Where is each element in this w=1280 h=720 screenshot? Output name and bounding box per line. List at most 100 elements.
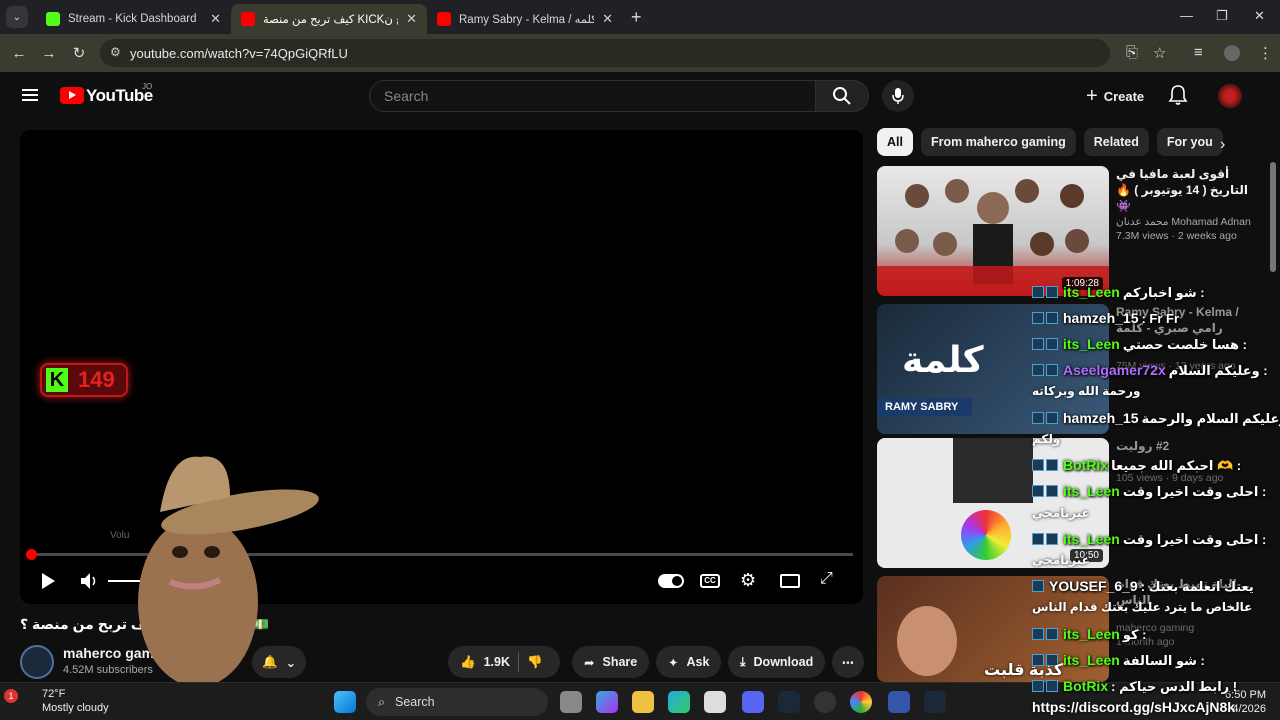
voice-search-button[interactable] [882,80,914,112]
badge-icon [1046,364,1058,376]
tab-search-chevron-icon[interactable]: ⌄ [6,6,28,28]
badge-icon [1046,312,1058,324]
chrome-icon[interactable] [850,691,872,713]
channel-avatar[interactable] [20,645,54,679]
media-controls-icon[interactable]: ≡ [1194,44,1203,61]
chat-message: its_Leen احلى وقت اخيرا وقت : [1032,483,1266,500]
chip-related[interactable]: Related [1083,128,1149,156]
steam-icon[interactable] [778,691,800,713]
volume-icon[interactable] [80,572,100,590]
weather-alert-badge: 1 [4,689,18,703]
plus-icon: + [1086,84,1098,107]
reload-icon[interactable]: ↻ [64,44,94,62]
recommended-title: أقوى لعبة مافيا في التاريخ ( 14 يوتيوبر … [1116,167,1248,213]
youtube-favicon-icon [241,12,255,26]
like-button[interactable]: 👍 1.9K 👎 [448,646,560,678]
recommended-info[interactable]: أقوى لعبة مافيا في التاريخ ( 14 يوتيوبر … [1116,166,1266,242]
tab-kick-tutorial[interactable]: كيف تربح من منصة KICK؟ شرح ن ✕ [231,4,427,34]
file-explorer-icon[interactable] [632,691,654,713]
menu-dots-icon[interactable]: ⋮ [1258,44,1273,62]
chat-username: its_Leen [1063,284,1120,300]
chat-username: BotRix [1063,457,1109,473]
filter-chips: All From maherco gaming Related For you [877,128,1223,156]
create-button[interactable]: + Create [1076,80,1154,112]
badge-icon [1032,680,1044,692]
app-icon[interactable] [888,691,910,713]
taskbar-search[interactable]: ⌕ Search [366,688,548,716]
search-button[interactable] [815,80,869,112]
steam-icon[interactable] [924,691,946,713]
chat-message: BotRix احبكم الله جميعا 🫶 : [1032,457,1241,474]
chat-text: احبكم الله جميعا 🫶 : [1111,458,1242,473]
chat-text-continued: عبرنامجي [1032,506,1090,520]
thumbnail-image [953,438,1033,503]
recommended-meta: 7.3M views · 2 weeks ago [1116,230,1237,242]
chip-from-channel[interactable]: From maherco gaming [920,128,1076,156]
tab-kick-dashboard[interactable]: Stream - Kick Dashboard ✕ [36,4,231,34]
download-button[interactable]: ⤓ Download [728,646,826,678]
discord-icon[interactable] [742,691,764,713]
chat-text: كو : [1122,627,1147,642]
obs-icon[interactable] [814,691,836,713]
ask-button[interactable]: ✦ Ask [656,646,722,678]
share-icon: ➦ [584,655,595,670]
chip-all[interactable]: All [877,128,913,156]
badge-icon [1032,485,1044,497]
play-icon[interactable] [40,572,56,590]
country-code: JO [142,82,153,91]
page-scrollbar[interactable] [1270,162,1276,272]
forward-icon[interactable]: → [34,45,64,62]
search-input[interactable]: Search [369,80,816,112]
close-tab-icon[interactable]: ✕ [406,11,417,27]
windows-start-icon[interactable] [334,691,356,713]
thumbs-down-icon[interactable]: 👎 [527,655,543,670]
chat-text-continued: عبرنامجي [1032,553,1090,567]
site-info-icon[interactable]: ⚙ [110,45,121,59]
bookmark-star-icon[interactable]: ☆ [1153,44,1166,62]
chevron-right-icon[interactable]: › [1220,136,1225,154]
badge-icon [1032,286,1044,298]
close-tab-icon[interactable]: ✕ [602,11,613,27]
microphone-icon [892,88,904,104]
progress-scrubber[interactable] [26,549,37,560]
chat-message: BotRix: رابط الدس حياكم ! [1032,678,1237,695]
notifications-bell-icon[interactable] [1168,84,1188,106]
url-bar[interactable]: ⚙ youtube.com/watch?v=74QpGiQRfLU [100,39,1110,67]
badge-icon [1046,338,1058,350]
chat-text: : يعتك اتعلمة بعتك [1140,579,1254,594]
install-app-icon[interactable]: ⎘ [1126,44,1138,61]
badge-icon [1046,628,1058,640]
minimize-icon[interactable]: — [1180,8,1193,23]
weather-widget[interactable]: 72°F Mostly cloudy [20,687,109,715]
fullscreen-icon[interactable]: ⤢ [820,570,833,588]
youtube-logo-icon[interactable] [60,87,84,104]
copilot-icon[interactable] [596,691,618,713]
recommended-thumbnail[interactable]: 1:09:28 [877,166,1109,296]
more-actions-button[interactable]: ⋯ [832,646,864,678]
store-icon[interactable] [704,691,726,713]
autoplay-toggle[interactable] [658,574,684,588]
captions-icon[interactable]: CC [700,574,720,588]
settings-gear-icon[interactable]: ⚙ [740,570,756,591]
profile-avatar-icon[interactable] [1224,45,1240,61]
chip-for-you[interactable]: For you [1156,128,1223,156]
ask-label: Ask [686,655,710,669]
hamburger-menu-icon[interactable] [22,89,38,101]
account-avatar[interactable] [1218,84,1242,108]
badge-icon [1032,412,1044,424]
close-window-icon[interactable]: ✕ [1254,8,1265,24]
wheel-image [961,510,1011,560]
new-tab-icon[interactable]: + [631,7,642,28]
chat-text: وعليكم السلام والرحمة : [1141,411,1280,426]
theater-mode-icon[interactable] [780,574,800,588]
back-icon[interactable]: ← [4,45,34,62]
recommended-title: #2 روليت [1116,439,1170,453]
share-button[interactable]: ➦ Share [572,646,650,678]
badge-icon [1046,485,1058,497]
close-tab-icon[interactable]: ✕ [210,11,221,27]
task-view-icon[interactable] [560,691,582,713]
chat-message: hamzeh_15: Fr Fr [1032,310,1179,326]
edge-icon[interactable] [668,691,690,713]
tab-ramy-sabry[interactable]: Ramy Sabry - Kelma / رامي - كلمه ✕ [427,4,623,34]
maximize-icon[interactable]: ❐ [1216,8,1228,24]
